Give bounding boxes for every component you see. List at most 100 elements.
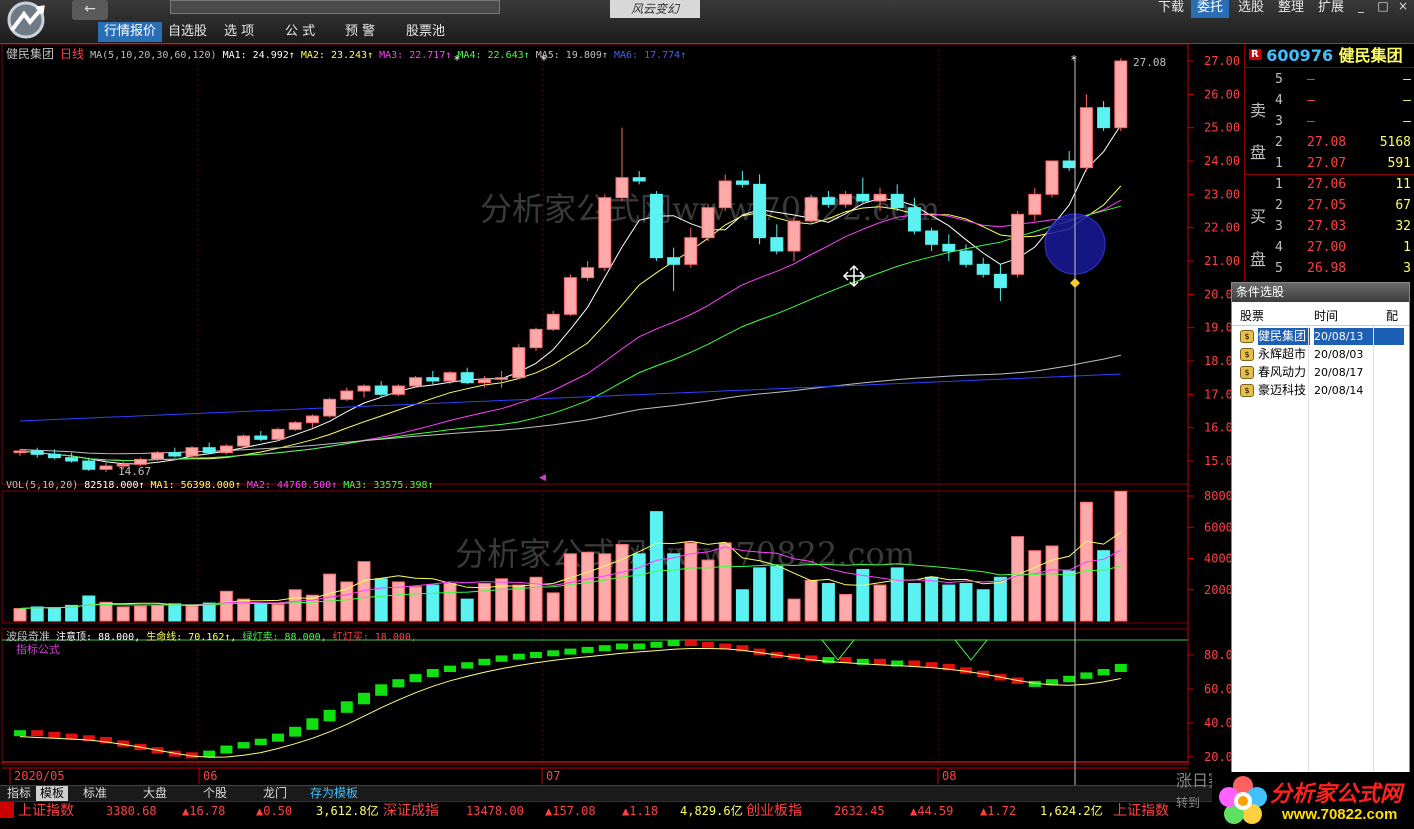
chart-area[interactable]: 分析家公式网www.70822.com 分析家公式网www.70822.com … xyxy=(0,44,1244,785)
brand-url: www.70822.com xyxy=(1282,806,1398,823)
toptab-trade[interactable]: 委托 xyxy=(1191,0,1230,18)
tab-indicator[interactable]: 指标 xyxy=(4,786,34,801)
app-logo[interactable] xyxy=(2,0,62,44)
toptab-download[interactable]: 下载 xyxy=(1152,0,1190,18)
watermark: 分析家公式网www.70822.com 分析家公式网www.70822.com xyxy=(455,190,940,573)
move-cursor-icon xyxy=(842,264,866,288)
buy-level-5[interactable]: 5 26.98 3 xyxy=(1271,259,1414,280)
indicator-block xyxy=(1063,675,1076,683)
close-button[interactable]: × xyxy=(1392,0,1414,14)
top-toolbar: ← 风云变幻 行情报价 自选股 选 项 公 式 预 警 股票池 下载 委托 选股… xyxy=(0,0,1414,44)
search-input[interactable] xyxy=(170,0,500,14)
picker-col-divider xyxy=(1373,326,1374,772)
picker-row[interactable]: $ 春风动力 20/08/17 xyxy=(1238,364,1404,382)
minimize-button[interactable]: _ xyxy=(1350,0,1372,14)
candle-body xyxy=(942,243,956,252)
tab-stock[interactable]: 个股 xyxy=(190,786,240,801)
nav-tab-watchlist[interactable]: 自选股 xyxy=(162,22,213,42)
indicator-formula-label[interactable]: 指标公式 xyxy=(16,641,60,657)
index-ticker: 上证指数 3380.68 ▲16.78 ▲0.50 3,612.8亿 深证成指 … xyxy=(0,772,1414,829)
picker-row[interactable]: $ 豪迈科技 20/08/14 xyxy=(1238,382,1404,400)
cy-index-name[interactable]: 创业板指 xyxy=(746,802,802,820)
nav-tab-alert[interactable]: 预 警 xyxy=(339,22,381,42)
indicator-block xyxy=(530,652,542,658)
indicator-block xyxy=(616,643,628,650)
picker-title[interactable]: 条件选股 xyxy=(1232,283,1409,302)
candle-body xyxy=(202,447,216,454)
picker-stock-date: 20/08/13 xyxy=(1314,328,1374,345)
buy-level-2[interactable]: 2 27.05 67 xyxy=(1271,196,1414,217)
cy-index-pct: ▲1.72 xyxy=(980,804,1017,818)
tab-template[interactable]: 模板 xyxy=(36,786,68,801)
condition-picker-window[interactable]: 条件选股 股票 时间 配 $ 健民集团 20/08/13 $ 永辉超市 20/08/03 $… xyxy=(1231,282,1410,773)
volume-bar xyxy=(993,576,1007,622)
candle-body xyxy=(1028,193,1042,215)
indicator-block xyxy=(1114,663,1127,672)
toptab-organize[interactable]: 整理 xyxy=(1272,0,1310,18)
picker-stock-date: 20/08/03 xyxy=(1314,348,1364,361)
nav-tab-quotes[interactable]: 行情报价 xyxy=(98,22,163,42)
sell-level-1[interactable]: 1 27.07 591 xyxy=(1271,154,1414,175)
picker-stock-match xyxy=(1374,328,1404,345)
sell-level-5[interactable]: 5 – – xyxy=(1271,70,1414,91)
save-template-link[interactable]: 存为模板 xyxy=(306,786,362,801)
sh-index-amount: 3,612.8亿 xyxy=(316,804,379,818)
picker-stock-name: 健民集团 xyxy=(1258,328,1310,345)
ma20-line xyxy=(19,199,1122,462)
cy-index-amount: 1,624.2亿 xyxy=(1040,804,1103,818)
col-match[interactable]: 配 xyxy=(1386,307,1398,324)
indicator-green: 绿灯卖: 88.000, xyxy=(242,632,327,643)
sh2-index-name[interactable]: 上证指数 xyxy=(1113,802,1169,820)
volume-header: VOL(5,10,20) 82518.000↑ MA1: 56398.000↑ … xyxy=(6,480,434,491)
indicator-block xyxy=(31,730,44,737)
nav-tab-options[interactable]: 选 项 xyxy=(218,22,260,42)
picker-stock-match xyxy=(1374,364,1404,381)
volume-bar xyxy=(219,590,233,622)
sh-index-name[interactable]: 上证指数 xyxy=(18,802,74,820)
candle-body xyxy=(357,385,371,392)
level-price: 26.98 xyxy=(1307,261,1347,276)
candle-body xyxy=(323,398,337,417)
toptab-select[interactable]: 选股 xyxy=(1232,0,1270,18)
sh-index-value: 3380.68 xyxy=(106,804,157,818)
candle-body xyxy=(99,465,113,470)
back-button[interactable]: ← xyxy=(72,0,108,20)
buy-level-4[interactable]: 4 27.00 1 xyxy=(1271,238,1414,259)
indicator-marks xyxy=(14,639,1127,759)
picker-stock-date: 20/08/14 xyxy=(1314,384,1364,397)
nav-tab-formula[interactable]: 公 式 xyxy=(279,22,321,42)
picker-row[interactable]: $ 健民集团 20/08/13 xyxy=(1238,328,1404,346)
volume-bar xyxy=(581,551,595,622)
nav-tab-stock-pool[interactable]: 股票池 xyxy=(400,22,451,42)
level-price: – xyxy=(1307,72,1315,87)
level-volume: 32 xyxy=(1395,219,1411,234)
indicator-block xyxy=(495,655,508,662)
indicator-block xyxy=(237,742,250,749)
level-volume: 5168 xyxy=(1379,135,1411,150)
buy-level-1[interactable]: 1 27.06 11 xyxy=(1271,175,1414,196)
sell-level-4[interactable]: 4 – – xyxy=(1271,91,1414,112)
volume-bar xyxy=(512,584,526,622)
tab-standard[interactable]: 标准 xyxy=(72,786,118,801)
picker-row[interactable]: $ 永辉超市 20/08/03 xyxy=(1238,346,1404,364)
level-volume: 3 xyxy=(1403,261,1411,276)
tab-market[interactable]: 大盘 xyxy=(130,786,180,801)
ma5-value: MA5: 19.809↑ xyxy=(535,50,608,61)
sell-level-2[interactable]: 2 27.08 5168 xyxy=(1271,133,1414,154)
sz-index-name[interactable]: 深证成指 xyxy=(383,802,439,820)
buy-level-3[interactable]: 3 27.03 32 xyxy=(1271,217,1414,238)
logo-icon xyxy=(7,1,45,39)
tab-dragon[interactable]: 龙门 xyxy=(250,786,300,801)
col-stock[interactable]: 股票 xyxy=(1240,307,1264,324)
flower-logo-icon xyxy=(1219,776,1267,824)
candle-body xyxy=(512,347,526,379)
indicator-block xyxy=(461,662,474,669)
candle-body xyxy=(770,237,784,252)
sell-level-3[interactable]: 3 – – xyxy=(1271,112,1414,133)
main-chart-header: 健民集团 日线 MA(5,10,20,30,60,120) MA1: 24.99… xyxy=(6,45,686,62)
x-tick-label: 07 xyxy=(546,769,560,783)
maximize-button[interactable]: □ xyxy=(1372,0,1394,14)
toptab-extend[interactable]: 扩展 xyxy=(1312,0,1350,18)
col-time[interactable]: 时间 xyxy=(1314,307,1338,324)
candle-body xyxy=(839,193,853,205)
